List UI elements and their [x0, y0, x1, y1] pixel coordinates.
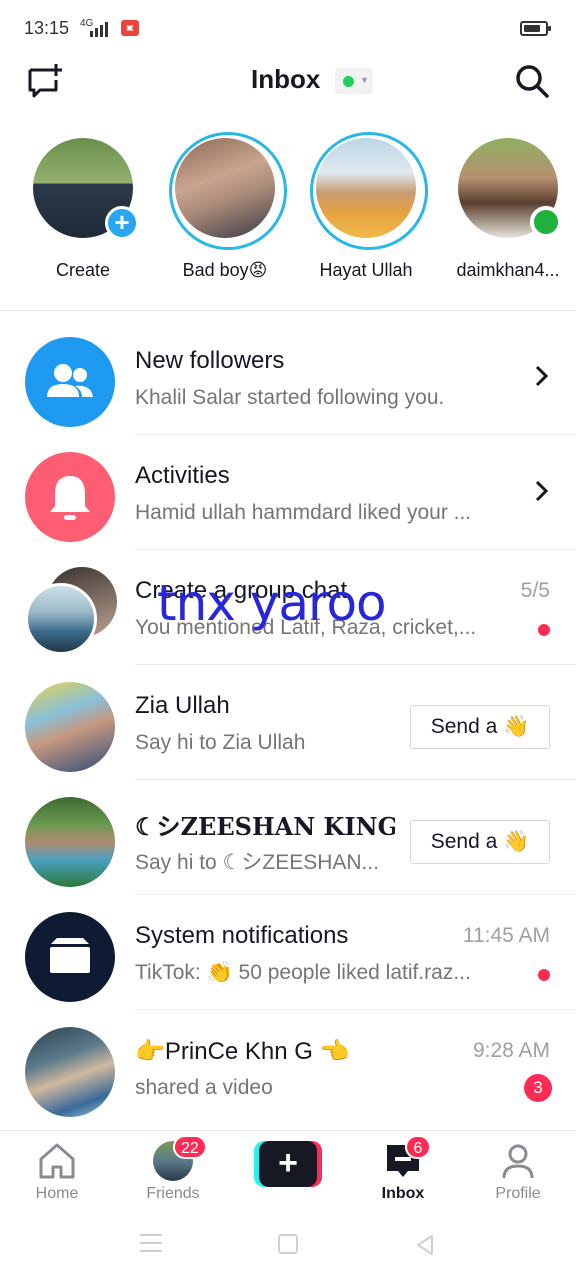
followers-icon [25, 337, 115, 427]
plus-icon: + [259, 1141, 317, 1187]
story-item[interactable]: daimkhan4... [443, 132, 573, 281]
avatar [175, 138, 275, 238]
nav-label: Home [35, 1185, 79, 1202]
recent-apps-icon[interactable] [140, 1234, 162, 1252]
nav-home[interactable]: Home [7, 1141, 107, 1203]
status-time: 13:15 [24, 18, 70, 38]
nav-friends[interactable]: 22 Friends [123, 1135, 223, 1203]
nav-profile[interactable]: Profile [468, 1141, 568, 1203]
online-indicator [530, 206, 562, 238]
profile-icon [502, 1144, 534, 1179]
stories-row: + Create Bad boy😡 Hayat Ullah daimkhan4.… [0, 132, 576, 302]
search-icon[interactable] [513, 62, 551, 100]
list-item-prince-khn-g[interactable]: 👉PrinCe Khn G 👈 shared a video 9:28 AM 3 [0, 1010, 576, 1125]
list-item-new-followers[interactable]: New followers Khalil Salar started follo… [0, 320, 576, 435]
avatar [25, 682, 115, 772]
nav-label: Friends [146, 1185, 200, 1202]
bottom-nav: Home 22 Friends + 6 Inbox Profile [0, 1130, 576, 1210]
chevron-right-icon [535, 480, 549, 502]
item-title: ☾シZEESHAN KING☽ [135, 812, 395, 841]
battery-icon [520, 21, 551, 36]
item-time: 9:28 AM [472, 1039, 550, 1062]
message-list: New followers Khalil Salar started follo… [0, 320, 576, 1125]
online-status-toggle[interactable]: ▼ [335, 68, 373, 94]
page-title: Inbox [251, 64, 321, 94]
friends-count-badge: 22 [173, 1135, 207, 1159]
unread-count-badge: 3 [524, 1074, 552, 1102]
item-time: 11:45 AM [462, 924, 550, 947]
unread-dot [538, 624, 550, 636]
item-title: Zia Ullah [135, 692, 230, 719]
inbox-icon: 6 [383, 1135, 431, 1181]
friends-avatar: 22 [153, 1135, 207, 1181]
inbox-header: Inbox ▼ [0, 58, 576, 104]
story-create[interactable]: + Create [18, 132, 148, 281]
list-item-zeeshan-king[interactable]: ☾シZEESHAN KING☽ Say hi to ☾シZEESHAN... S… [0, 780, 576, 895]
back-icon[interactable] [414, 1234, 436, 1256]
send-wave-button[interactable]: Send a 👋 [410, 820, 550, 864]
item-title: New followers [135, 347, 285, 374]
item-subtitle: Hamid ullah hammdard liked your ... [135, 501, 472, 524]
inbox-tray-icon [25, 912, 115, 1002]
add-story-icon[interactable]: + [105, 206, 139, 240]
item-time: 5/5 [520, 579, 550, 602]
avatar [316, 138, 416, 238]
notification-app-icon: ▣ [121, 20, 139, 36]
item-subtitle: Say hi to Zia Ullah [135, 731, 306, 754]
item-title: System notifications [135, 922, 349, 949]
nav-label: Inbox [381, 1185, 425, 1202]
story-name: Hayat Ullah [319, 260, 413, 280]
bell-icon [25, 452, 115, 542]
story-name: daimkhan4... [456, 260, 560, 280]
online-status-dot [343, 76, 354, 87]
nav-inbox[interactable]: 6 Inbox [353, 1135, 453, 1203]
item-title: Activities [135, 462, 230, 489]
story-item[interactable]: Bad boy😡 [160, 132, 290, 281]
story-name: Create [55, 260, 111, 280]
story-name: Bad boy😡 [182, 260, 268, 280]
send-wave-button[interactable]: Send a 👋 [410, 705, 550, 749]
item-subtitle: Khalil Salar started following you. [135, 386, 445, 409]
unread-dot [538, 969, 550, 981]
status-bar: 13:15 4G ▣ [0, 0, 576, 58]
item-subtitle: shared a video [135, 1076, 273, 1099]
story-item[interactable]: Hayat Ullah [301, 132, 431, 281]
group-avatar [25, 567, 120, 659]
chevron-right-icon [535, 365, 549, 387]
create-video-button[interactable]: + [254, 1141, 322, 1187]
signal-icon [90, 19, 108, 37]
item-subtitle: Say hi to ☾シZEESHAN... [135, 851, 380, 874]
item-title: 👉PrinCe Khn G 👈 [135, 1038, 350, 1065]
home-icon [39, 1143, 75, 1179]
overlay-caption: tnx yaroo [157, 574, 387, 632]
nav-label: Profile [495, 1185, 541, 1202]
system-nav-bar [0, 1212, 576, 1280]
list-item-activities[interactable]: Activities Hamid ullah hammdard liked yo… [0, 435, 576, 550]
new-message-icon[interactable] [26, 62, 64, 98]
avatar [25, 797, 115, 887]
list-item-system-notifications[interactable]: System notifications TikTok: 👏 50 people… [0, 895, 576, 1010]
divider [0, 310, 576, 311]
list-item-zia-ullah[interactable]: Zia Ullah Say hi to Zia Ullah Send a 👋 [0, 665, 576, 780]
chevron-down-icon: ▼ [360, 75, 369, 85]
avatar [25, 1027, 115, 1117]
inbox-count-badge: 6 [405, 1135, 431, 1159]
item-subtitle: TikTok: 👏 50 people liked latif.raz... [135, 961, 471, 984]
home-button-icon[interactable] [278, 1234, 298, 1254]
